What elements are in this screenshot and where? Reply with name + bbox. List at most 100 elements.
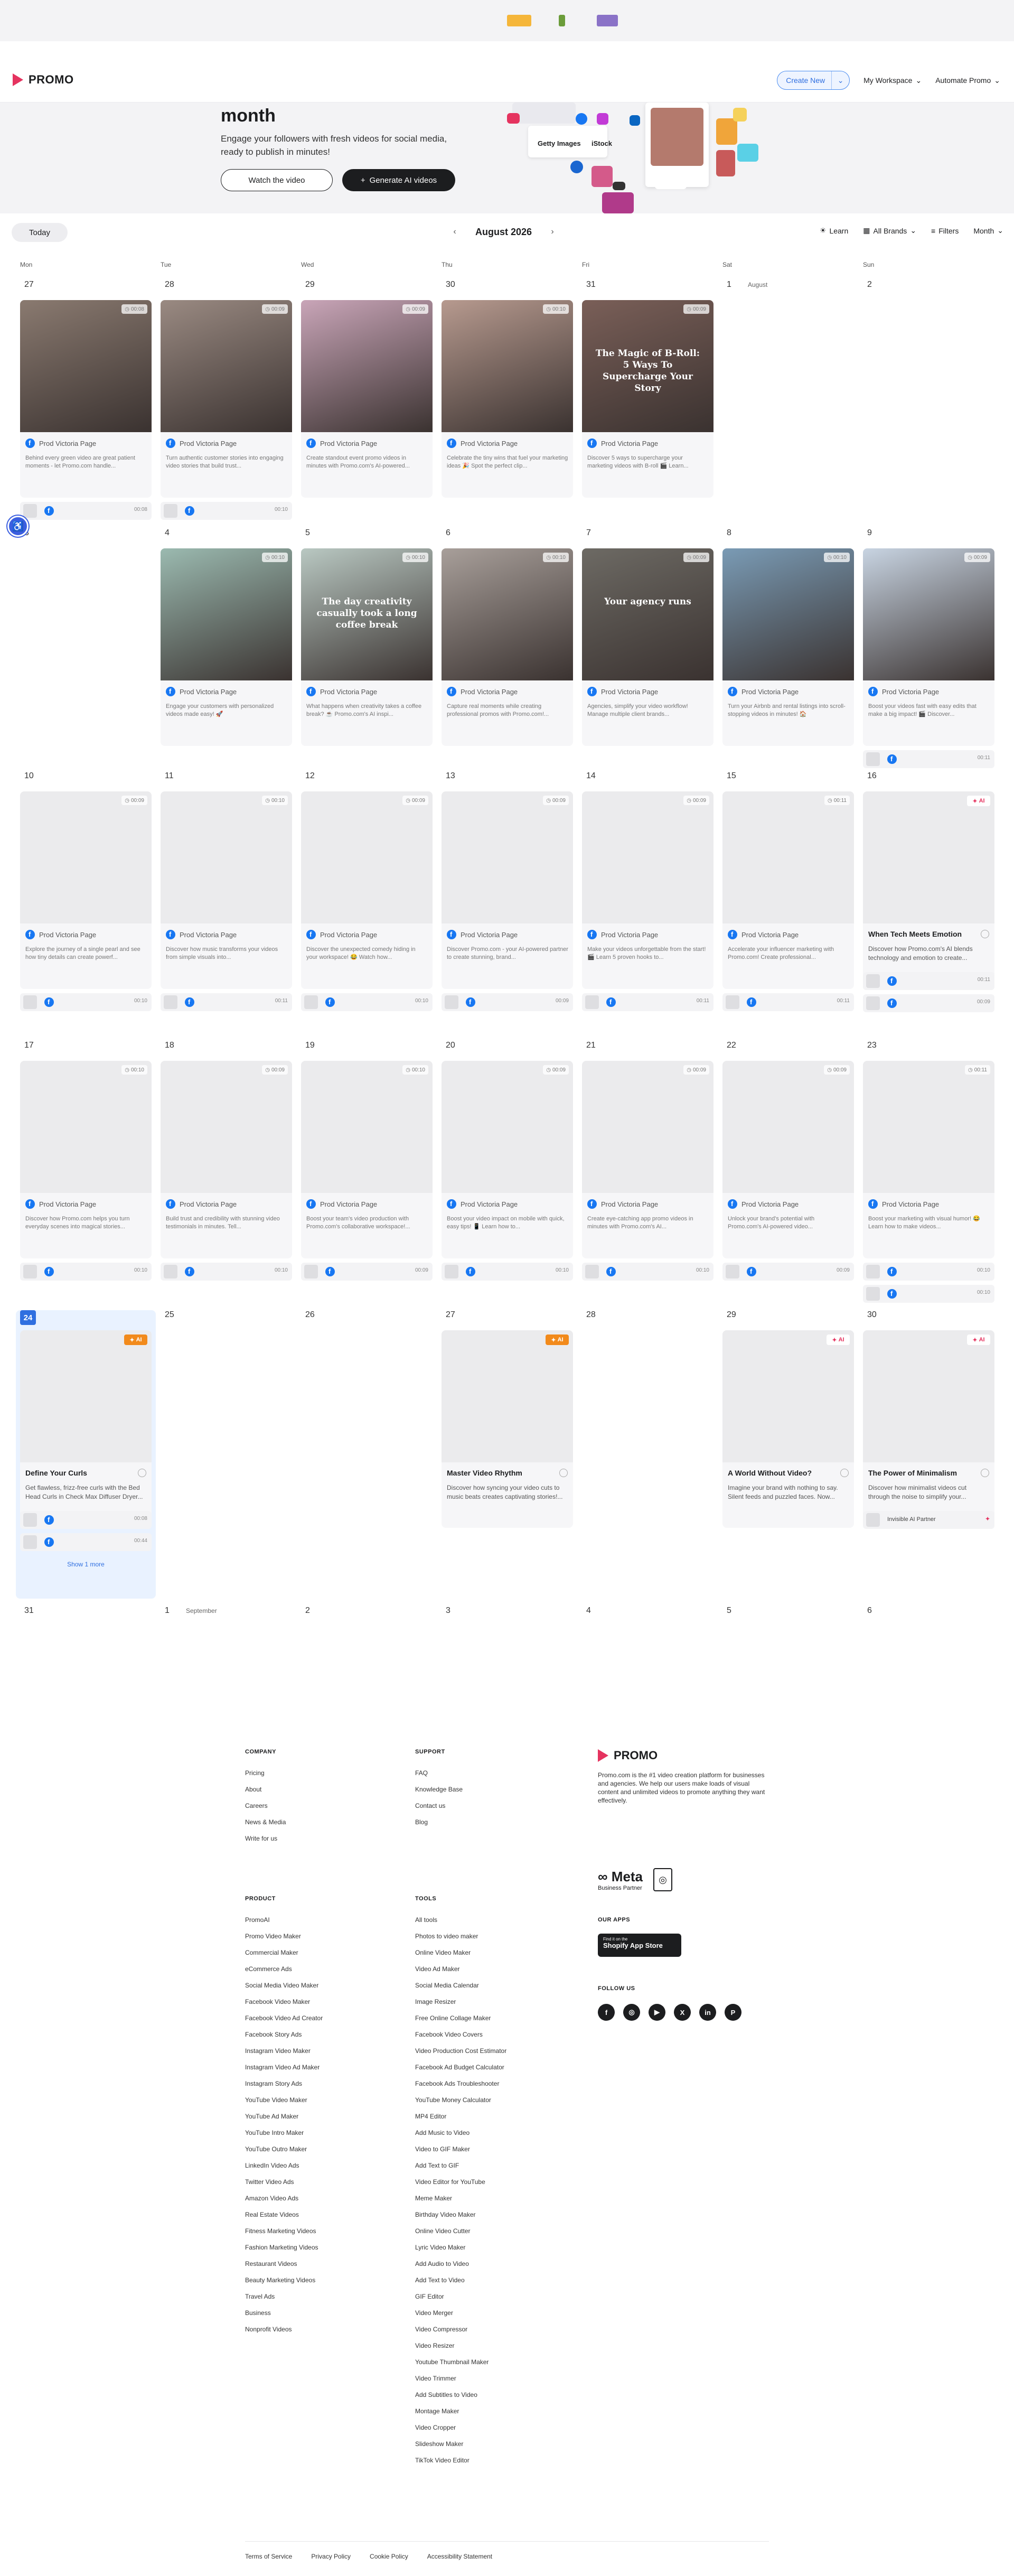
legal-link[interactable]: Cookie Policy [370,2553,408,2560]
footer-link[interactable]: About [245,1785,286,1802]
footer-link[interactable]: Youtube Thumbnail Maker [415,2358,506,2374]
footer-link[interactable]: Video Production Cost Estimator [415,2047,506,2063]
video-thumbnail[interactable]: ◷ 00:11 [863,1061,994,1193]
create-new-button[interactable]: Create New ⌄ [777,71,850,90]
footer-link[interactable]: Fitness Marketing Videos [245,2227,323,2243]
video-thumbnail[interactable]: ◷ 00:09 [161,1061,292,1193]
footer-link[interactable]: Photos to video maker [415,1932,506,1948]
footer-link[interactable]: Blog [415,1818,463,1834]
scheduled-item-row[interactable]: 00:44 [20,1533,152,1551]
footer-link[interactable]: Write for us [245,1834,286,1851]
scheduled-item-row[interactable]: 00:11 [722,993,854,1011]
video-thumbnail[interactable]: ◷ 00:09 [301,300,433,432]
video-thumbnail[interactable]: ✦ AI [863,1330,994,1462]
scheduled-post-card[interactable]: ◷00:09 Prod Victoria Page Create standout … [301,300,433,498]
scheduled-item-row[interactable]: 00:09 [722,1263,854,1281]
video-thumbnail[interactable]: ◷ 00:09 [442,791,573,923]
generate-ai-videos-button[interactable]: + Generate AI videos [342,169,455,191]
footer-link[interactable]: Pricing [245,1769,286,1785]
footer-link[interactable]: All tools [415,1916,506,1932]
footer-link[interactable]: YouTube Intro Maker [245,2129,323,2145]
filters-button[interactable]: ≡ Filters [931,227,959,235]
scheduled-item-row[interactable]: 00:10 [20,993,152,1011]
scheduled-post-card[interactable]: ◷00:09 Prod Victoria Page Discover Promo.c… [442,791,573,989]
video-thumbnail[interactable]: ◷ 00:10 [442,548,573,680]
footer-link[interactable]: Lyric Video Maker [415,2243,506,2260]
footer-link[interactable]: Amazon Video Ads [245,2194,323,2210]
promo-logo[interactable]: PROMO [13,73,74,87]
scheduled-post-card[interactable]: ◷00:11 Prod Victoria Page Boost your marke… [863,1061,994,1258]
scheduled-item-row[interactable]: 00:09 [301,1263,433,1281]
video-thumbnail[interactable]: Your agency runs ◷ 00:09 [582,548,713,680]
scheduled-item-row[interactable]: 00:08 [20,502,152,520]
footer-link[interactable]: Online Video Maker [415,1948,506,1965]
scheduled-post-card[interactable]: ✦ AI When Tech Meets Emotion Discover how P… [863,791,994,989]
footer-link[interactable]: YouTube Video Maker [245,2096,323,2112]
footer-link[interactable]: Instagram Story Ads [245,2079,323,2096]
footer-link[interactable]: Facebook Video Maker [245,1998,323,2014]
scheduled-post-card[interactable]: ◷00:10 Prod Victoria Page Discover how Pro… [20,1061,152,1258]
video-thumbnail[interactable]: ✦ AI [722,1330,854,1462]
footer-link[interactable]: Video Ad Maker [415,1965,506,1981]
video-thumbnail[interactable]: ◷ 00:09 [582,791,713,923]
footer-link[interactable]: Facebook Story Ads [245,2030,323,2047]
scheduled-item-row[interactable]: 00:11 [863,750,994,768]
scheduled-post-card[interactable]: ◷00:10 Prod Victoria Page Turn your Airbnb… [722,548,854,746]
scheduled-post-card[interactable]: ◷00:09 Prod Victoria Page Turn authentic c… [161,300,292,498]
scheduled-item-row[interactable]: 00:11 [863,972,994,990]
video-thumbnail[interactable]: The day creativity casually took a long … [301,548,433,680]
video-thumbnail[interactable]: ✦ AI [20,1330,152,1462]
video-thumbnail[interactable]: ◷ 00:09 [20,791,152,923]
scheduled-post-card[interactable]: ✦ AI A World Without Video? Imagine your br… [722,1330,854,1528]
accessibility-icon[interactable]: ♿ [7,516,29,537]
footer-link[interactable]: Image Resizer [415,1998,506,2014]
footer-link[interactable]: Slideshow Maker [415,2440,506,2456]
video-thumbnail[interactable]: ◷ 00:10 [161,548,292,680]
footer-link[interactable]: News & Media [245,1818,286,1834]
scheduled-item-row[interactable]: 00:08 [20,1511,152,1529]
footer-link[interactable]: Social Media Video Maker [245,1981,323,1998]
footer-link[interactable]: Add Text to Video [415,2276,506,2292]
legal-link[interactable]: Privacy Policy [311,2553,351,2560]
footer-link[interactable]: Video Resizer [415,2341,506,2358]
footer-link[interactable]: Travel Ads [245,2292,323,2309]
scheduled-post-card[interactable]: ◷00:11 Prod Victoria Page Accelerate your … [722,791,854,989]
scheduled-item-row[interactable]: Invisible AI Partner ✦ [863,1511,994,1529]
footer-link[interactable]: Free Online Collage Maker [415,2014,506,2030]
footer-link[interactable]: eCommerce Ads [245,1965,323,1981]
scheduled-item-row[interactable]: 00:10 [161,502,292,520]
scheduled-post-card[interactable]: ◷00:09 Prod Victoria Page Make your videos… [582,791,713,989]
scheduled-post-card[interactable]: ◷00:09 Prod Victoria Page Build trust and … [161,1061,292,1258]
scheduled-post-card[interactable]: ✦ AI The Power of Minimalism Discover how m… [863,1330,994,1528]
footer-link[interactable]: Instagram Video Maker [245,2047,323,2063]
scheduled-post-card[interactable]: ✦ AI Define Your Curls Get flawless, frizz-… [20,1330,152,1528]
video-thumbnail[interactable]: The Magic of B-Roll: 5 Ways To Superchar… [582,300,713,432]
footer-link[interactable]: Video Trimmer [415,2374,506,2391]
footer-link[interactable]: Twitter Video Ads [245,2178,323,2194]
video-thumbnail[interactable]: ◷ 00:08 [20,300,152,432]
footer-link[interactable]: Instagram Video Ad Maker [245,2063,323,2079]
scheduled-item-row[interactable]: 00:09 [863,994,994,1012]
info-icon[interactable] [981,1469,989,1477]
footer-link[interactable]: Video Compressor [415,2325,506,2341]
show-more-link[interactable]: Show 1 more [20,1561,152,1568]
scheduled-post-card[interactable]: ◷00:09 Prod Victoria Page Unlock your bran… [722,1061,854,1258]
scheduled-post-card[interactable]: ◷00:09 Prod Victoria Page Create eye-catch… [582,1061,713,1258]
view-dropdown[interactable]: Month ⌄ [973,226,1003,235]
video-thumbnail[interactable]: ◷ 00:09 [722,1061,854,1193]
shopify-app-badge[interactable]: Find it on the Shopify App Store [598,1934,681,1957]
video-thumbnail[interactable]: ◷ 00:10 [442,300,573,432]
footer-link[interactable]: Add Music to Video [415,2129,506,2145]
video-thumbnail[interactable]: ◷ 00:10 [722,548,854,680]
scheduled-item-row[interactable]: 00:10 [582,1263,713,1281]
info-icon[interactable] [138,1469,146,1477]
video-thumbnail[interactable]: ◷ 00:10 [161,791,292,923]
prev-month-icon[interactable]: ‹ [448,225,462,239]
footer-link[interactable]: YouTube Ad Maker [245,2112,323,2129]
scheduled-item-row[interactable]: 00:09 [442,993,573,1011]
footer-link[interactable]: LinkedIn Video Ads [245,2161,323,2178]
scheduled-item-row[interactable]: 00:10 [20,1263,152,1281]
scheduled-post-card[interactable]: The day creativity casually took a long … [301,548,433,746]
footer-link[interactable]: Promo Video Maker [245,1932,323,1948]
footer-link[interactable]: Meme Maker [415,2194,506,2210]
